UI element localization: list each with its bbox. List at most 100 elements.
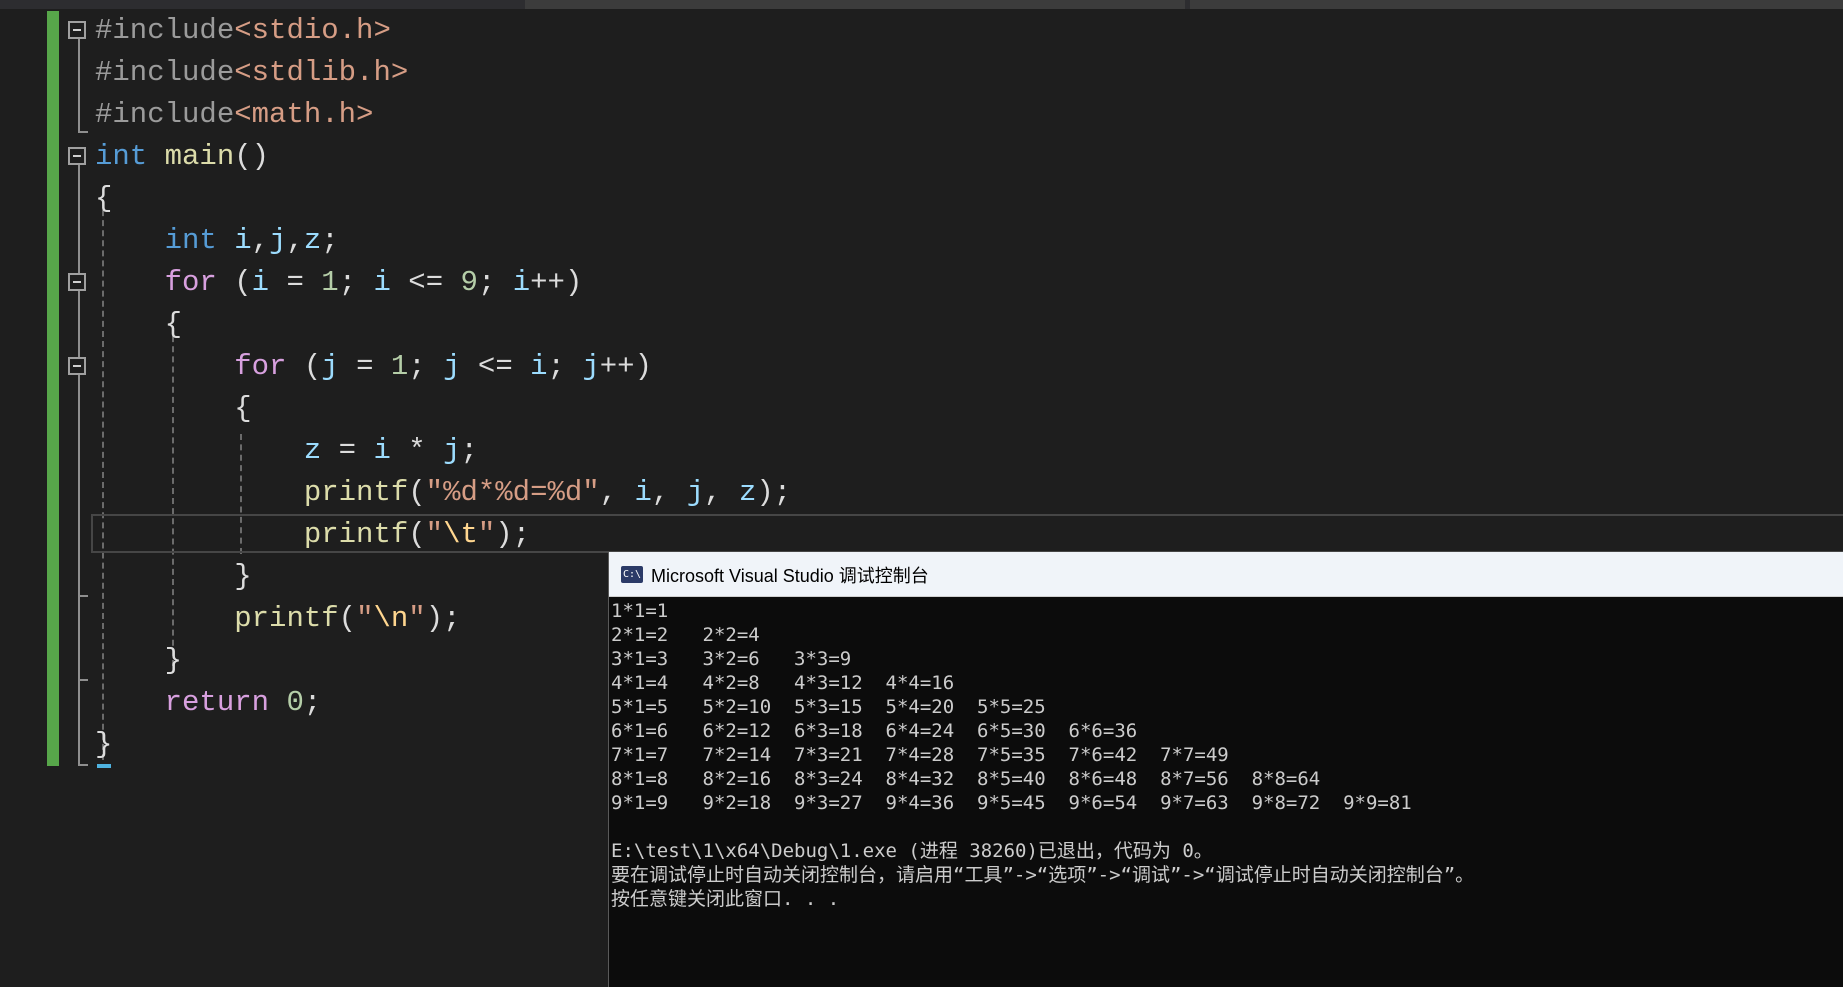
code-token: ++) xyxy=(599,350,652,383)
console-app-icon: C:\ xyxy=(621,566,643,583)
code-token: ; xyxy=(547,350,583,383)
code-token: i xyxy=(373,266,391,299)
code-token: 9 xyxy=(460,266,478,299)
console-line: 4*1=4 4*2=8 4*3=12 4*4=16 xyxy=(611,672,955,694)
outline-line xyxy=(78,165,80,765)
code-token: "%d*%d=%d" xyxy=(425,476,600,509)
code-line[interactable]: { xyxy=(95,304,791,346)
text-caret xyxy=(97,764,111,768)
collapse-region-icon[interactable] xyxy=(68,21,86,39)
outline-end-tick xyxy=(78,679,88,681)
code-token: printf xyxy=(303,476,409,509)
collapse-region-icon[interactable] xyxy=(68,147,86,165)
code-token: #include xyxy=(95,98,235,131)
outline-end-tick xyxy=(78,595,88,597)
code-token: = xyxy=(338,350,391,383)
code-token: ( xyxy=(216,266,252,299)
code-token: ; xyxy=(338,266,374,299)
code-token: i xyxy=(234,224,252,257)
code-line[interactable]: printf("%d*%d=%d", i, j, z); xyxy=(95,472,791,514)
code-token: i xyxy=(512,266,531,299)
code-token: ( xyxy=(338,602,357,635)
code-token: 0 xyxy=(286,686,304,719)
code-token: i xyxy=(530,350,548,383)
code-line[interactable]: z = i * j; xyxy=(95,430,791,472)
code-token: printf xyxy=(234,602,339,635)
code-token: ; xyxy=(460,434,478,467)
code-line[interactable]: for (i = 1; i <= 9; i++) xyxy=(95,262,791,304)
collapse-region-icon[interactable] xyxy=(68,273,86,291)
code-token: for xyxy=(164,266,217,299)
outline-end-tick xyxy=(78,131,88,133)
code-token: ( xyxy=(408,476,426,509)
code-token: j xyxy=(582,350,600,383)
code-token: } xyxy=(234,560,252,593)
code-token: j xyxy=(686,476,705,509)
code-token: i xyxy=(373,434,391,467)
code-token: } xyxy=(164,644,183,677)
code-token: ); xyxy=(425,602,461,635)
top-tab-strip xyxy=(0,0,1843,9)
code-token: for xyxy=(234,350,287,383)
code-token: , xyxy=(651,476,687,509)
code-token: z xyxy=(738,476,757,509)
code-line[interactable]: printf("\t"); xyxy=(95,514,791,556)
code-token: j xyxy=(269,224,287,257)
code-token: <math.h> xyxy=(234,98,374,131)
code-line[interactable]: #include<stdlib.h> xyxy=(95,52,791,94)
code-token: = xyxy=(269,266,322,299)
code-token: ; xyxy=(408,350,444,383)
console-title: Microsoft Visual Studio 调试控制台 xyxy=(651,566,929,586)
debug-console-window[interactable]: C:\ Microsoft Visual Studio 调试控制台 1*1=1 2… xyxy=(608,552,1843,987)
code-token: z xyxy=(303,434,322,467)
console-line: E:\test\1\x64\Debug\1.exe (进程 38260)已退出，… xyxy=(611,840,1213,862)
code-line[interactable]: #include<stdio.h> xyxy=(95,10,791,52)
code-token: #include xyxy=(95,56,235,89)
code-line[interactable]: int main() xyxy=(95,136,791,178)
console-line: 要在调试停止时自动关闭控制台，请启用“工具”->“选项”->“调试”->“调试停… xyxy=(611,864,1475,886)
code-token: { xyxy=(164,308,183,341)
code-line[interactable]: for (j = 1; j <= i; j++) xyxy=(95,346,791,388)
code-line[interactable]: { xyxy=(95,388,791,430)
console-line: 3*1=3 3*2=6 3*3=9 xyxy=(611,648,852,670)
code-token: <stdio.h> xyxy=(234,14,391,47)
tab-strip-segment xyxy=(1190,0,1843,9)
code-line[interactable]: int i,j,z; xyxy=(95,220,791,262)
code-line[interactable]: #include<math.h> xyxy=(95,94,791,136)
code-token: 1 xyxy=(321,266,339,299)
code-token: * xyxy=(390,434,444,467)
console-line: 2*1=2 2*2=4 xyxy=(611,624,760,646)
code-token: , xyxy=(251,224,270,257)
console-title-bar[interactable]: C:\ Microsoft Visual Studio 调试控制台 xyxy=(609,552,1843,597)
console-line: 按任意键关闭此窗口. . . xyxy=(611,888,840,910)
code-line[interactable]: { xyxy=(95,178,791,220)
code-token: , xyxy=(704,476,739,509)
collapse-region-icon[interactable] xyxy=(68,357,86,375)
code-token: ; xyxy=(477,266,513,299)
code-token: } xyxy=(95,728,113,761)
change-indicator-bar xyxy=(47,11,59,766)
console-line: 8*1=8 8*2=16 8*3=24 8*4=32 8*5=40 8*6=48… xyxy=(611,768,1321,790)
code-token: int xyxy=(164,224,217,257)
outline-end-tick xyxy=(78,764,88,766)
code-token: j xyxy=(443,434,461,467)
code-token: { xyxy=(95,182,113,215)
code-token: ++) xyxy=(530,266,583,299)
code-token: ( xyxy=(286,350,322,383)
code-token: " xyxy=(425,518,444,551)
code-token: \n xyxy=(373,602,409,635)
code-token: <stdlib.h> xyxy=(234,56,409,89)
code-token: " xyxy=(408,602,426,635)
